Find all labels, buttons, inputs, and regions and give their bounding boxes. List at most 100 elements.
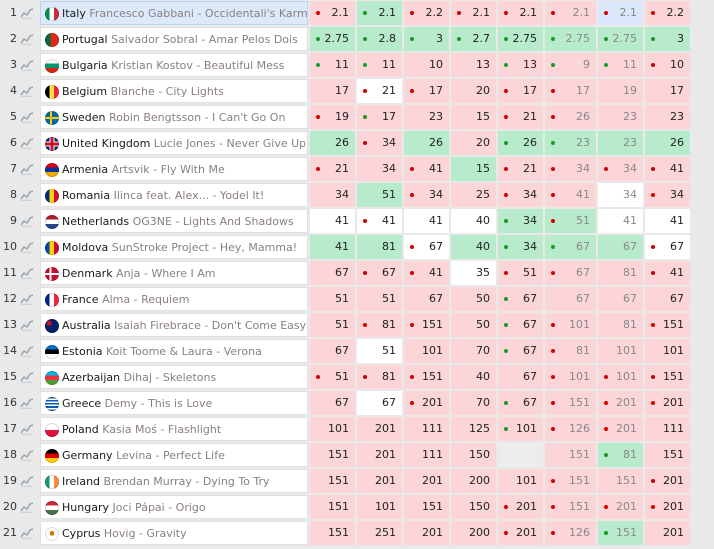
odds-cell[interactable]: 101 [645,339,690,363]
trend-chart-icon[interactable] [20,189,34,201]
odds-cell[interactable]: 25 [451,183,496,207]
odds-cell[interactable]: 13 [451,53,496,77]
trend-chart-icon[interactable] [20,85,34,97]
entry-name-cell[interactable]: Armenia Artsvik - Fly With Me [40,157,308,181]
odds-cell[interactable]: 67 [357,391,402,415]
odds-cell[interactable]: 151 [545,495,596,519]
entry-name-cell[interactable]: Cyprus Hovig - Gravity [40,521,308,545]
odds-cell[interactable]: 11 [357,53,402,77]
odds-cell[interactable]: 201 [357,443,402,467]
entry-name-cell[interactable]: Portugal Salvador Sobral - Amar Pelos Do… [40,27,308,51]
odds-cell[interactable]: 81 [357,313,402,337]
odds-cell[interactable]: 101 [498,417,543,441]
odds-cell[interactable]: 34 [498,209,543,233]
odds-cell[interactable]: 67 [598,287,643,311]
odds-cell[interactable]: 2.1 [598,1,643,25]
odds-cell[interactable]: 67 [545,287,596,311]
odds-cell[interactable]: 51 [310,287,355,311]
odds-cell[interactable]: 67 [498,313,543,337]
odds-cell[interactable]: 201 [357,469,402,493]
table-row[interactable]: 5 Sweden Robin Bengtsson - I Can't Go On 1… [0,104,714,130]
entry-name-cell[interactable]: Netherlands OG3NE - Lights And Shadows [40,209,308,233]
odds-cell[interactable]: 34 [404,183,449,207]
odds-cell[interactable]: 201 [357,417,402,441]
odds-cell[interactable]: 23 [598,105,643,129]
entry-name-cell[interactable]: Romania Ilinca feat. Alex... - Yodel It! [40,183,308,207]
odds-cell[interactable]: 201 [645,521,690,545]
odds-cell[interactable]: 67 [498,365,543,389]
entry-name-cell[interactable]: Bulgaria Kristian Kostov - Beautiful Mes… [40,53,308,77]
odds-cell[interactable]: 67 [357,261,402,285]
odds-cell[interactable]: 13 [498,53,543,77]
odds-cell[interactable]: 151 [310,443,355,467]
odds-cell[interactable]: 2.1 [451,1,496,25]
trend-chart-icon[interactable] [20,501,34,513]
entry-name-cell[interactable]: Ireland Brendan Murray - Dying To Try [40,469,308,493]
odds-cell[interactable]: 17 [545,79,596,103]
entry-name-cell[interactable]: Poland Kasia Moś - Flashlight [40,417,308,441]
entry-name-cell[interactable]: Germany Levina - Perfect Life [40,443,308,467]
odds-cell[interactable]: 101 [404,339,449,363]
odds-cell[interactable]: 151 [645,365,690,389]
odds-cell[interactable]: 51 [310,313,355,337]
table-row[interactable]: 1 Italy Francesco Gabbani - Occidentali's… [0,0,714,26]
odds-cell[interactable]: 151 [598,521,643,545]
trend-chart-icon[interactable] [20,33,34,45]
trend-chart-icon[interactable] [20,241,34,253]
table-row[interactable]: 2 Portugal Salvador Sobral - Amar Pelos D… [0,26,714,52]
trend-chart-icon[interactable] [20,163,34,175]
table-row[interactable]: 12 France Alma - Requiem 51 51 67 50 67 67 67 67 [0,286,714,312]
trend-chart-icon[interactable] [20,111,34,123]
odds-cell[interactable]: 26 [545,105,596,129]
odds-cell[interactable]: 11 [598,53,643,77]
odds-cell[interactable]: 67 [310,339,355,363]
odds-cell[interactable]: 201 [404,521,449,545]
odds-cell[interactable]: 2.2 [404,1,449,25]
odds-cell[interactable]: 151 [404,365,449,389]
odds-cell[interactable]: 101 [310,417,355,441]
odds-cell[interactable]: 51 [310,365,355,389]
odds-cell[interactable]: 67 [404,235,449,259]
odds-cell[interactable]: 150 [451,443,496,467]
odds-cell[interactable]: 20 [451,79,496,103]
odds-cell[interactable]: 40 [451,235,496,259]
odds-cell[interactable]: 23 [645,105,690,129]
odds-cell[interactable]: 67 [498,287,543,311]
odds-cell[interactable]: 101 [545,365,596,389]
table-row[interactable]: 18 Germany Levina - Perfect Life 151 201 111… [0,442,714,468]
odds-cell[interactable]: 2.1 [357,1,402,25]
entry-name-cell[interactable]: Sweden Robin Bengtsson - I Can't Go On [40,105,308,129]
table-row[interactable]: 9 Netherlands OG3NE - Lights And Shadows 4… [0,208,714,234]
odds-cell[interactable]: 70 [451,391,496,415]
odds-cell[interactable]: 101 [357,495,402,519]
odds-cell[interactable]: 126 [545,521,596,545]
odds-cell[interactable]: 151 [310,469,355,493]
odds-cell[interactable]: 20 [451,131,496,155]
odds-cell[interactable]: 67 [310,261,355,285]
table-row[interactable]: 14 Estonia Koit Toome & Laura - Verona 67 5… [0,338,714,364]
odds-cell[interactable]: 34 [310,183,355,207]
trend-chart-icon[interactable] [20,345,34,357]
odds-cell[interactable]: 41 [310,209,355,233]
odds-cell[interactable]: 41 [404,157,449,181]
table-row[interactable]: 7 Armenia Artsvik - Fly With Me 21 34 41 15 21… [0,156,714,182]
table-row[interactable]: 17 Poland Kasia Moś - Flashlight 101 201 111… [0,416,714,442]
odds-cell[interactable]: 17 [498,79,543,103]
odds-cell[interactable]: 201 [598,417,643,441]
odds-cell[interactable]: 67 [404,287,449,311]
odds-cell[interactable]: 201 [645,391,690,415]
odds-cell[interactable]: 67 [498,339,543,363]
odds-cell[interactable]: 10 [645,53,690,77]
table-row[interactable]: 21 Cyprus Hovig - Gravity 151 251 201 200 201 1… [0,520,714,546]
odds-cell[interactable]: 40 [451,365,496,389]
entry-name-cell[interactable]: Greece Demy - This is Love [40,391,308,415]
table-row[interactable]: 6 United Kingdom Lucie Jones - Never Give… [0,130,714,156]
odds-cell[interactable]: 101 [598,365,643,389]
odds-cell[interactable]: 81 [357,365,402,389]
odds-cell[interactable]: 67 [598,235,643,259]
odds-cell[interactable]: 34 [498,235,543,259]
trend-chart-icon[interactable] [20,7,34,19]
odds-cell[interactable]: 251 [357,521,402,545]
odds-cell[interactable]: 34 [357,157,402,181]
odds-cell[interactable]: 9 [545,53,596,77]
